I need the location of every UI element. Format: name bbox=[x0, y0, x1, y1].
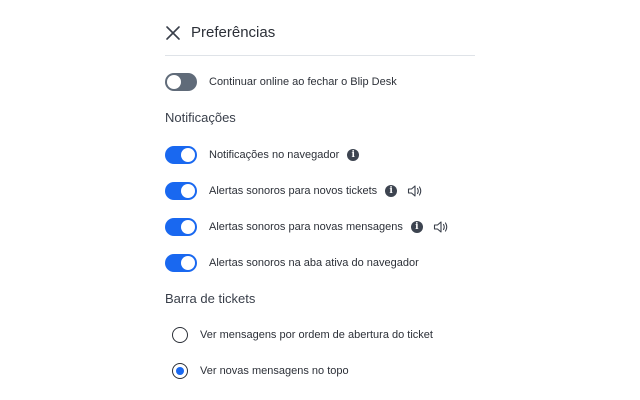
notifications-section-title: Notificações bbox=[165, 110, 236, 125]
new-tickets-sound-label: Alertas sonoros para novos tickets bbox=[209, 185, 378, 197]
notification-row-active-tab: Alertas sonoros na aba ativa do navegado… bbox=[165, 253, 419, 273]
preferences-panel: Preferências Continuar online ao fechar … bbox=[0, 0, 640, 400]
browser-notifications-toggle[interactable] bbox=[165, 146, 197, 164]
active-tab-sound-toggle[interactable] bbox=[165, 254, 197, 272]
toggle-knob bbox=[181, 220, 195, 234]
new-messages-sound-toggle[interactable] bbox=[165, 218, 197, 236]
ticket-order-label-opening: Ver mensagens por ordem de abertura do t… bbox=[200, 329, 433, 341]
notification-row-new-tickets: Alertas sonoros para novos tickets i bbox=[165, 181, 423, 201]
online-setting-label: Continuar online ao fechar o Blip Desk bbox=[209, 76, 397, 88]
online-setting-row: Continuar online ao fechar o Blip Desk bbox=[165, 72, 397, 92]
speaker-icon[interactable] bbox=[433, 220, 449, 234]
notification-row-browser: Notificações no navegador i bbox=[165, 145, 360, 165]
tickets-bar-section-title: Barra de tickets bbox=[165, 291, 256, 306]
active-tab-sound-label: Alertas sonoros na aba ativa do navegado… bbox=[209, 257, 419, 269]
toggle-knob bbox=[181, 148, 195, 162]
new-tickets-sound-toggle[interactable] bbox=[165, 182, 197, 200]
info-icon[interactable]: i bbox=[347, 149, 360, 161]
radio-selected-dot bbox=[176, 367, 184, 375]
online-toggle[interactable] bbox=[165, 73, 197, 91]
info-icon[interactable]: i bbox=[385, 185, 398, 197]
toggle-knob bbox=[167, 75, 181, 89]
info-icon[interactable]: i bbox=[410, 221, 423, 233]
ticket-order-option-opening[interactable]: Ver mensagens por ordem de abertura do t… bbox=[172, 325, 433, 345]
panel-header: Preferências bbox=[165, 20, 475, 56]
ticket-order-label-newest: Ver novas mensagens no topo bbox=[200, 365, 349, 377]
ticket-order-radio-opening[interactable] bbox=[172, 327, 188, 343]
toggle-knob bbox=[181, 256, 195, 270]
ticket-order-option-newest[interactable]: Ver novas mensagens no topo bbox=[172, 361, 349, 381]
notification-row-new-messages: Alertas sonoros para novas mensagens i bbox=[165, 217, 449, 237]
toggle-knob bbox=[181, 184, 195, 198]
new-messages-sound-label: Alertas sonoros para novas mensagens bbox=[209, 221, 403, 233]
speaker-icon[interactable] bbox=[407, 184, 423, 198]
browser-notifications-label: Notificações no navegador bbox=[209, 149, 340, 161]
close-icon[interactable] bbox=[165, 25, 181, 41]
ticket-order-radio-newest[interactable] bbox=[172, 363, 188, 379]
page-title: Preferências bbox=[191, 24, 276, 41]
